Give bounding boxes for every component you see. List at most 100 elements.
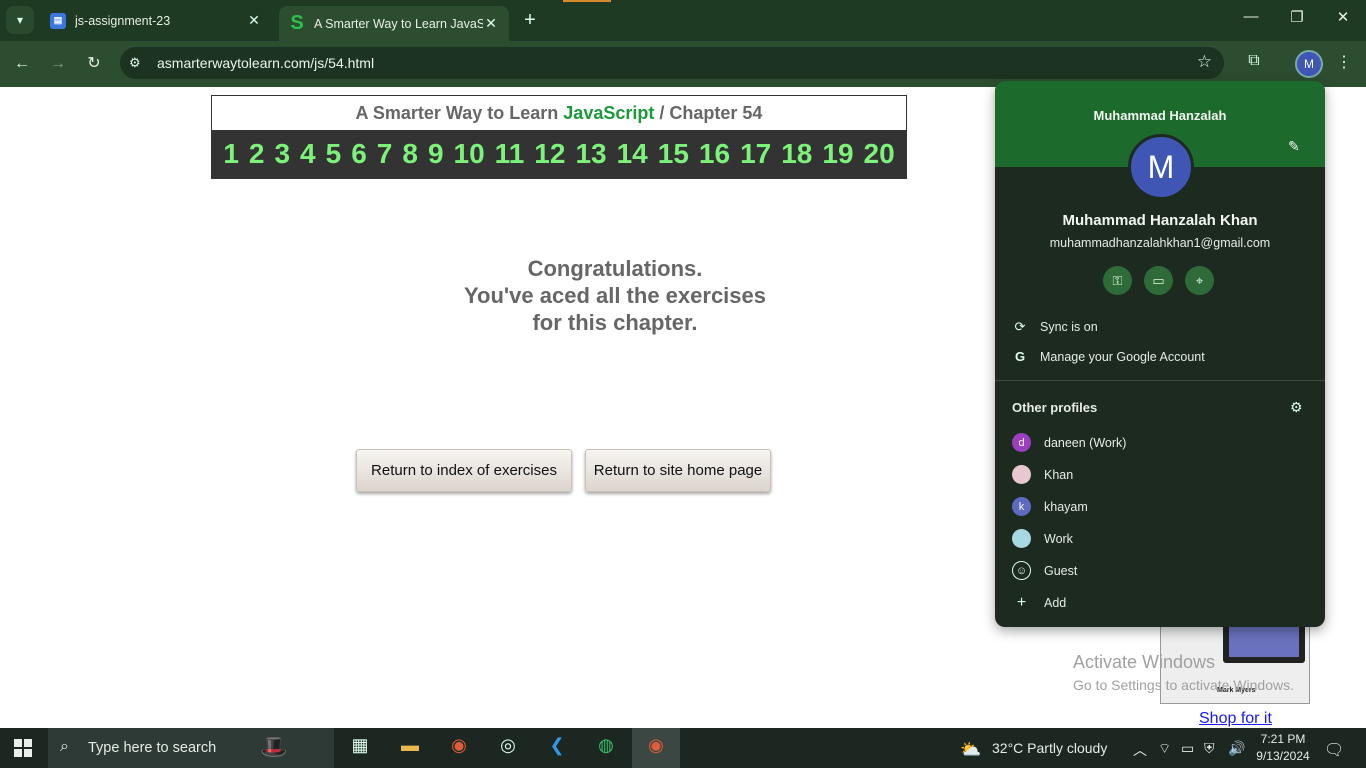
taskbar-search[interactable]: ⌕ Type here to search 🎩 xyxy=(48,728,334,768)
profile-image-avatar xyxy=(1012,529,1031,548)
key-icon[interactable]: ⚿ xyxy=(1103,266,1132,295)
profile-email: muhammadhanzalahkhan1@gmail.com xyxy=(1049,236,1271,250)
chapter-link[interactable]: 10 xyxy=(449,138,490,170)
chapter-link[interactable]: 3 xyxy=(269,138,295,170)
profile-row[interactable]: Khan xyxy=(1012,465,1073,484)
chapter-link[interactable]: 14 xyxy=(612,138,653,170)
battery-icon[interactable]: ▭ xyxy=(1181,740,1194,757)
congrats-line: for this chapter. xyxy=(532,310,698,335)
network-icon[interactable]: ⌔ xyxy=(1158,740,1171,758)
back-button[interactable]: ← xyxy=(9,51,35,77)
search-icon: ⌕ xyxy=(60,738,69,755)
edit-icon[interactable]: ✎ xyxy=(1288,138,1300,155)
profile-name: Add xyxy=(1044,595,1067,610)
minimize-button[interactable]: — xyxy=(1236,8,1266,25)
shop-link[interactable]: Shop for it xyxy=(1199,710,1272,728)
manage-account-label: Manage your Google Account xyxy=(1040,349,1205,364)
menu-icon[interactable]: ⋮ xyxy=(1332,52,1356,72)
whatsapp-icon[interactable]: ◍ xyxy=(589,735,623,761)
chapter-link[interactable]: 13 xyxy=(570,138,611,170)
whatsapp-web-icon[interactable]: ◎ xyxy=(491,735,525,761)
return-index-button[interactable]: Return to index of exercises xyxy=(356,449,572,492)
congrats-line: You've aced all the exercises xyxy=(464,283,766,308)
windows-start-icon[interactable] xyxy=(14,739,32,757)
chapter-link[interactable]: 16 xyxy=(694,138,735,170)
chapter-link[interactable]: 4 xyxy=(295,138,321,170)
task-view-icon[interactable]: ▦ xyxy=(343,735,377,761)
close-icon[interactable]: ✕ xyxy=(483,15,499,32)
tab-title: js-assignment-23 xyxy=(75,13,171,28)
forward-button[interactable]: → xyxy=(45,51,71,77)
url-text[interactable]: asmarterwaytolearn.com/js/54.html xyxy=(157,55,374,71)
chapter-link[interactable]: 7 xyxy=(372,138,398,170)
profile-image-avatar xyxy=(1012,465,1031,484)
profile-banner-name: Muhammad Hanzalah xyxy=(1093,108,1227,123)
chapter-link[interactable]: 20 xyxy=(859,138,900,170)
chrome-active-icon[interactable]: ◉ xyxy=(632,728,680,768)
chapter-link[interactable]: 15 xyxy=(653,138,694,170)
weather-text[interactable]: 32°C Partly cloudy xyxy=(992,740,1107,756)
notifications-icon[interactable]: 🗨 xyxy=(1324,740,1344,760)
bookmark-star-icon[interactable]: ☆ xyxy=(1197,52,1212,72)
file-explorer-icon[interactable]: ▬ xyxy=(393,735,427,761)
site-info-icon[interactable]: ⚙ xyxy=(129,55,141,71)
tab-title: A Smarter Way to Learn JavaScri xyxy=(314,16,483,31)
guest-icon: ☺ xyxy=(1012,561,1031,580)
new-tab-button[interactable]: + xyxy=(519,9,541,32)
chapter-link[interactable]: 1 xyxy=(218,138,244,170)
address-bar[interactable]: ⚙ asmarterwaytolearn.com/js/54.html ☆ xyxy=(120,47,1224,79)
security-icon[interactable]: ⛨ xyxy=(1204,740,1215,757)
clock[interactable]: 7:21 PM 9/13/2024 xyxy=(1255,731,1311,765)
chapter-link[interactable]: 12 xyxy=(529,138,570,170)
profile-row[interactable]: + Add xyxy=(1012,593,1066,612)
return-home-button[interactable]: Return to site home page xyxy=(585,449,771,492)
chapter-link[interactable]: 2 xyxy=(244,138,270,170)
chapter-link[interactable]: 17 xyxy=(735,138,776,170)
chapter-link[interactable]: 11 xyxy=(490,138,530,170)
chapter-link[interactable]: 5 xyxy=(321,138,347,170)
tab-js-assignment[interactable]: ▤ js-assignment-23 ✕ xyxy=(40,5,272,36)
reload-button[interactable]: ↻ xyxy=(81,51,107,77)
tab-search-button[interactable]: ▾ xyxy=(6,6,34,34)
tab-strip: ▾ ▤ js-assignment-23 ✕ S A Smarter Way t… xyxy=(0,0,1366,41)
chapter-link[interactable]: 6 xyxy=(346,138,372,170)
chapter-nav: 1 2 3 4 5 6 7 8 9 10 11 12 13 14 15 16 17 18 19 20 xyxy=(212,130,906,178)
close-window-button[interactable]: ✕ xyxy=(1328,8,1358,26)
chrome-icon[interactable]: ◉ xyxy=(442,735,476,761)
chevron-up-icon[interactable]: ︿ xyxy=(1133,740,1147,760)
chapter-link[interactable]: 18 xyxy=(776,138,817,170)
vscode-icon[interactable]: ❮ xyxy=(540,735,574,761)
title-brand[interactable]: JavaScript xyxy=(563,103,654,123)
sync-label: Sync is on xyxy=(1040,320,1098,334)
chrome-icon: ◉ xyxy=(648,735,664,755)
settings-gear-icon[interactable]: ⚙ xyxy=(1290,399,1303,416)
extensions-icon[interactable]: ⧉ xyxy=(1242,52,1266,70)
profile-name: khayam xyxy=(1044,499,1088,514)
card-icon[interactable]: ▭ xyxy=(1144,266,1173,295)
profile-row[interactable]: Work xyxy=(1012,529,1073,548)
profile-row[interactable]: d daneen (Work) xyxy=(1012,433,1126,452)
restore-button[interactable]: ❐ xyxy=(1282,8,1312,26)
site-s-icon: S xyxy=(290,12,304,34)
location-icon[interactable]: ⌖ xyxy=(1185,266,1214,295)
sync-row[interactable]: ⟳ Sync is on xyxy=(1012,319,1098,335)
close-icon[interactable]: ✕ xyxy=(246,12,262,29)
chapter-link[interactable]: 19 xyxy=(817,138,858,170)
congrats-message: Congratulations. You've aced all the exe… xyxy=(400,255,830,336)
other-profiles-header: Other profiles xyxy=(1012,400,1098,415)
manage-account-row[interactable]: G Manage your Google Account xyxy=(1012,349,1205,364)
chapter-header: A Smarter Way to Learn JavaScript / Chap… xyxy=(211,95,907,179)
taskbar: ⌕ Type here to search 🎩 ▦ ▬ ◉ ◎ ❮ ◍ ◉ ⛅ … xyxy=(0,728,1366,768)
profile-avatar: M xyxy=(1128,134,1194,200)
profile-avatar-button[interactable]: M xyxy=(1295,50,1323,78)
tab-smarter-way[interactable]: S A Smarter Way to Learn JavaScri ✕ xyxy=(279,6,509,41)
volume-icon[interactable]: 🔊 xyxy=(1228,740,1245,757)
profile-name: Guest xyxy=(1044,563,1078,578)
chapter-link[interactable]: 9 xyxy=(423,138,449,170)
profile-row[interactable]: k khayam xyxy=(1012,497,1088,516)
chapter-link[interactable]: 8 xyxy=(397,138,423,170)
activate-windows-watermark: Activate Windows Go to Settings to activ… xyxy=(1073,652,1294,693)
weather-icon: ⛅ xyxy=(960,740,982,759)
profile-row[interactable]: ☺ Guest xyxy=(1012,561,1077,580)
browser-chrome: ▾ ▤ js-assignment-23 ✕ S A Smarter Way t… xyxy=(0,0,1366,87)
